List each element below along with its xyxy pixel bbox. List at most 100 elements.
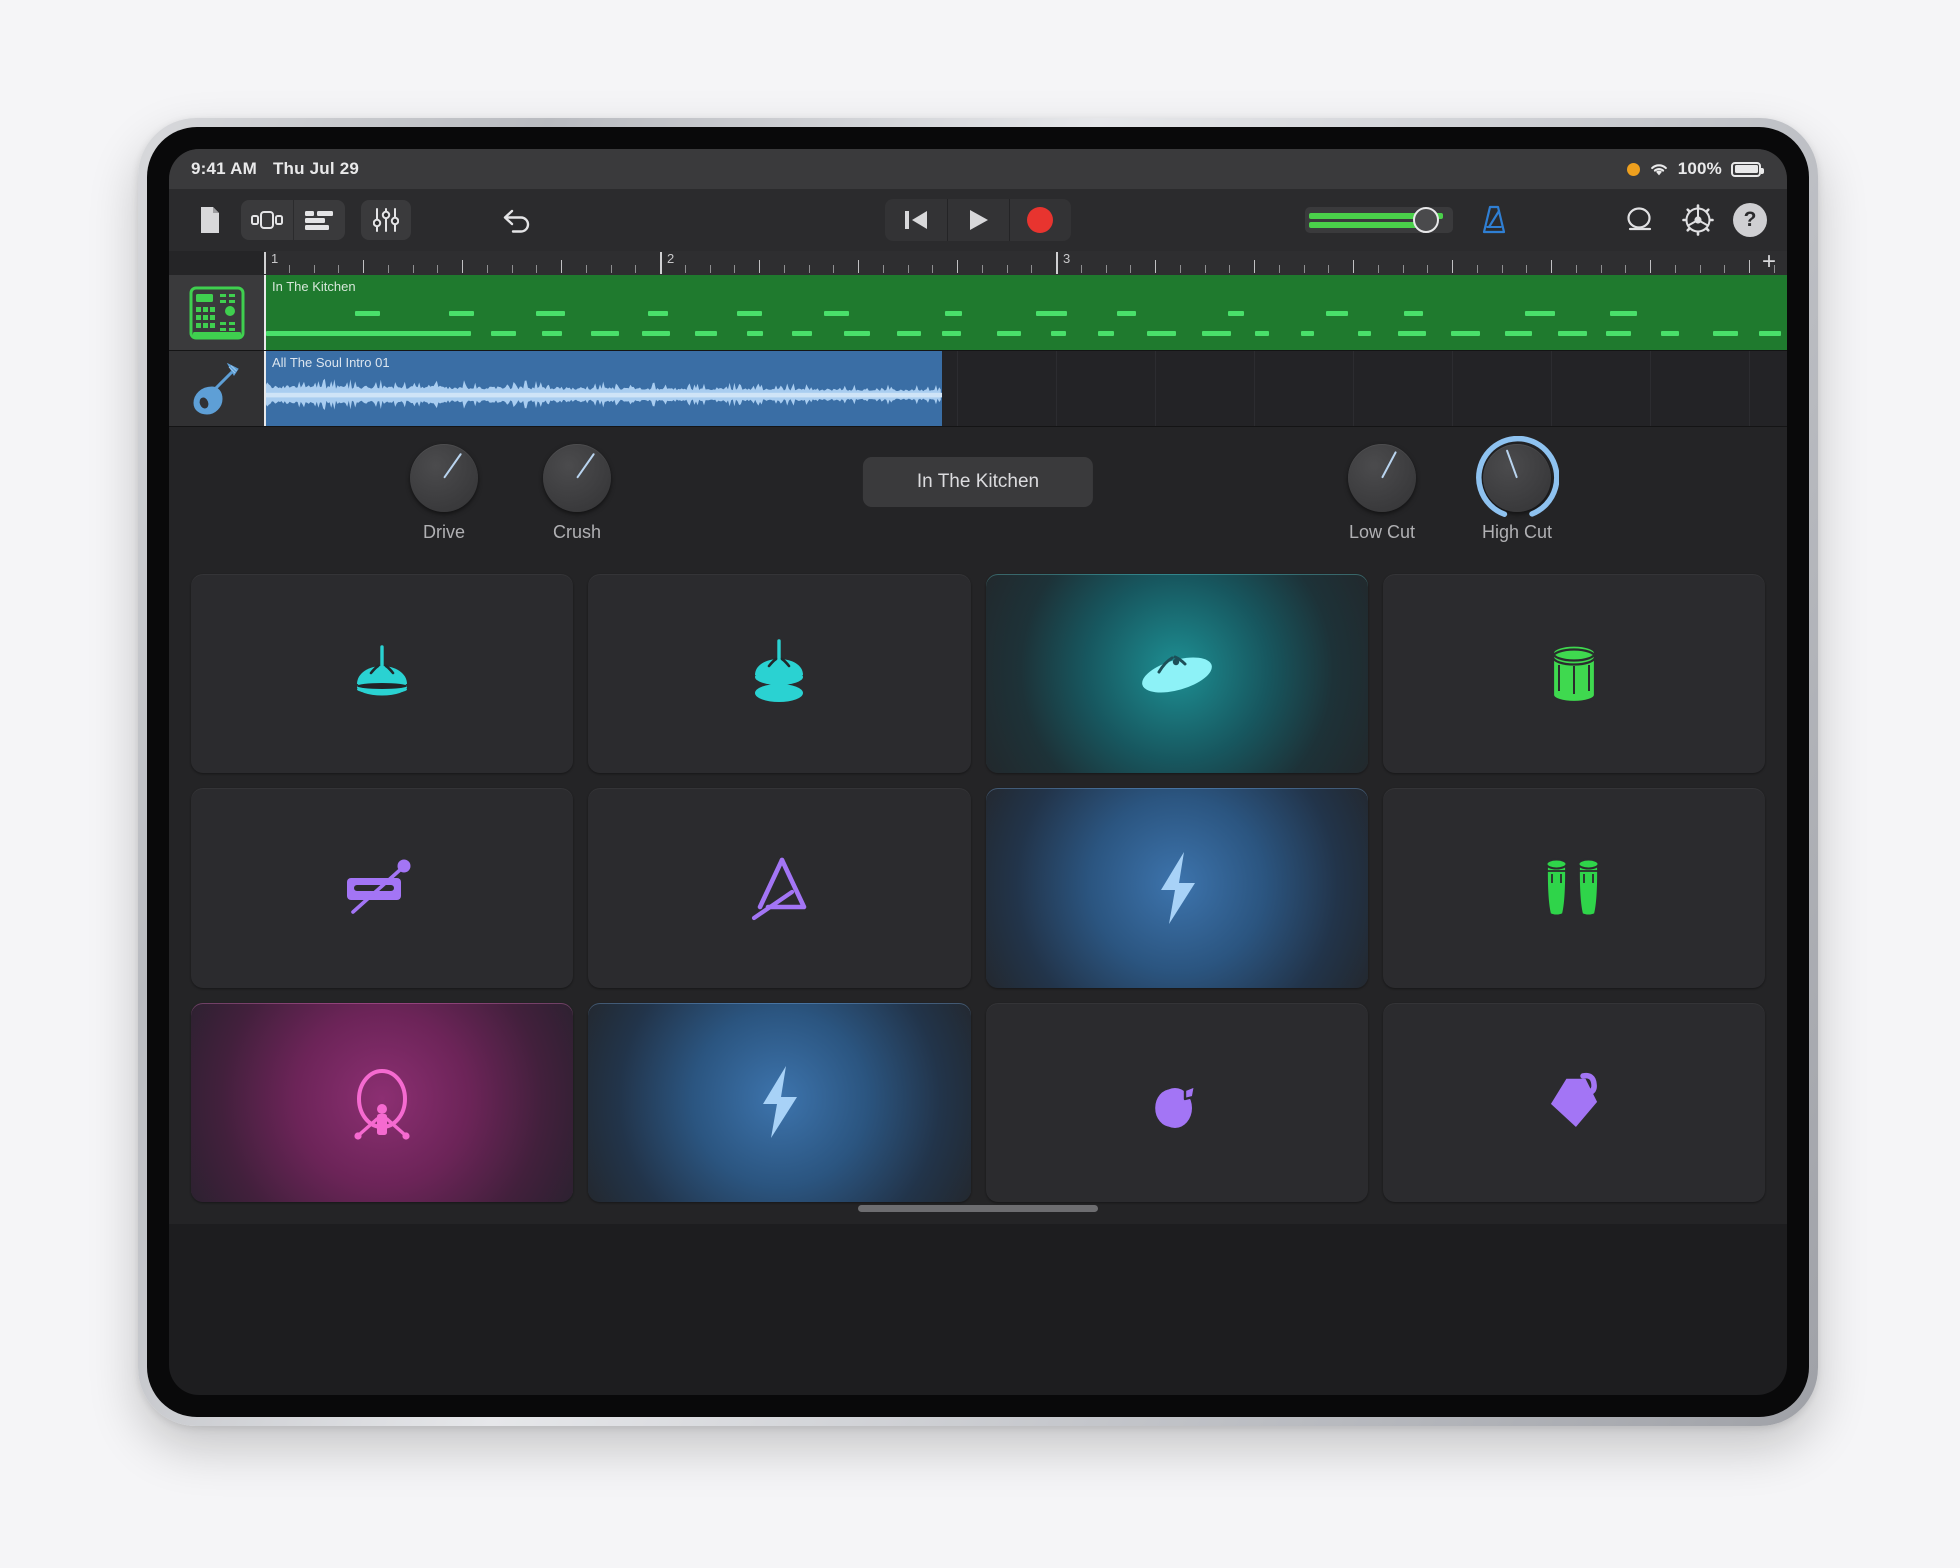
rewind-button[interactable]	[885, 199, 947, 241]
record-icon	[1027, 207, 1053, 233]
region-label: All The Soul Intro 01	[272, 355, 390, 370]
instrument-browser-button[interactable]	[241, 200, 293, 240]
pad-fx-zap-1[interactable]	[985, 788, 1368, 988]
master-volume-group	[1305, 200, 1517, 240]
play-icon	[970, 210, 988, 230]
cowbell-icon	[1549, 1073, 1599, 1130]
low-cut-knob-pointer	[1381, 451, 1397, 479]
timeline-ruler-row: 1 2 3 +	[169, 251, 1787, 275]
congas-icon	[1545, 858, 1600, 917]
loop-icon	[1627, 207, 1652, 231]
patch-name-button[interactable]: In The Kitchen	[862, 457, 1094, 507]
status-bar: 9:41 AM Thu Jul 29 100%	[169, 149, 1787, 189]
playhead[interactable]	[264, 351, 266, 426]
lightning-bolt-icon	[1160, 851, 1195, 924]
snare-drum-icon	[1551, 644, 1596, 703]
low-cut-knob[interactable]: Low Cut	[1322, 444, 1442, 543]
drum-machine-icon	[189, 286, 244, 339]
drive-knob-dial[interactable]	[410, 444, 478, 512]
high-cut-knob-label: High Cut	[1481, 522, 1553, 542]
volume-slider-thumb[interactable]	[1413, 207, 1439, 233]
fader-sliders-icon	[373, 208, 399, 232]
home-indicator[interactable]	[858, 1205, 1098, 1212]
pad-open-hihat[interactable]	[588, 574, 971, 774]
pad-congas[interactable]	[1382, 788, 1765, 988]
pad-closed-hihat[interactable]	[191, 574, 574, 774]
drive-knob[interactable]: Drive	[384, 444, 504, 543]
crush-knob[interactable]: Crush	[517, 444, 637, 543]
rewind-icon	[905, 211, 927, 229]
view-mode-segmented-control[interactable]	[241, 200, 345, 240]
my-songs-button[interactable]	[187, 200, 233, 240]
loop-browser-button[interactable]	[1617, 200, 1663, 240]
track-row: All The Soul Intro 01	[169, 351, 1787, 427]
status-bar-right: 100%	[1626, 159, 1764, 179]
region-all-the-soul-intro-01[interactable]: All The Soul Intro 01	[264, 351, 942, 426]
tracks-view-icon	[305, 211, 333, 230]
tracks-view-button[interactable]	[293, 200, 345, 240]
shaker-icon	[1152, 1085, 1196, 1130]
play-button[interactable]	[947, 199, 1009, 241]
undo-button[interactable]	[495, 200, 541, 240]
bar-marker-2: 2	[660, 252, 674, 274]
high-cut-knob[interactable]: High Cut	[1457, 436, 1577, 543]
mic-in-use-icon	[1626, 162, 1640, 176]
mixer-button[interactable]	[361, 200, 411, 240]
battery-icon	[1731, 161, 1764, 177]
battery-percent-label: 100%	[1677, 159, 1722, 178]
metronome-icon	[1482, 205, 1506, 234]
low-cut-knob-label: Low Cut	[1348, 522, 1416, 542]
region-in-the-kitchen[interactable]: In The Kitchen	[264, 275, 1787, 350]
track-body-drum-machine[interactable]: In The Kitchen	[264, 275, 1787, 351]
high-cut-knob-ring	[1476, 436, 1559, 517]
track-header-drum-machine[interactable]	[169, 275, 264, 351]
pad-gong[interactable]	[191, 1002, 574, 1202]
metronome-button[interactable]	[1471, 200, 1517, 240]
knob-row: Drive Crush Low Cut High Cut In The Kitc…	[169, 436, 1787, 564]
pad-woodblock[interactable]	[191, 788, 574, 988]
pad-shaker[interactable]	[985, 1002, 1368, 1202]
track-header-audio-strings[interactable]	[169, 351, 264, 427]
crush-knob-label: Crush	[552, 522, 601, 542]
wifi-icon	[1650, 163, 1667, 175]
help-button[interactable]: ?	[1733, 203, 1767, 237]
settings-button[interactable]	[1675, 200, 1721, 240]
app-toolbar: ?	[169, 189, 1787, 251]
record-button[interactable]	[1009, 199, 1071, 241]
toolbar-left-group	[187, 200, 541, 240]
status-bar-left: 9:41 AM Thu Jul 29	[191, 159, 359, 179]
crush-knob-dial[interactable]	[543, 444, 611, 512]
pad-cowbell[interactable]	[1382, 1002, 1765, 1202]
track-row: In The Kitchen	[169, 275, 1787, 351]
pad-snare-drum[interactable]	[1382, 574, 1765, 774]
crush-knob-pointer	[576, 452, 596, 479]
track-area: 1 2 3 + In The Kitchen All The Soul Intr…	[169, 251, 1787, 427]
add-track-button[interactable]: +	[1759, 251, 1779, 274]
closed-hihat-icon	[357, 644, 408, 696]
instrument-panel: Drive Crush Low Cut High Cut In The Kitc…	[169, 427, 1787, 1224]
low-cut-knob-dial[interactable]	[1348, 444, 1416, 512]
status-date: Thu Jul 29	[272, 159, 360, 178]
ipad-screen: 9:41 AM Thu Jul 29 100% ? 1 2 3 + In The…	[169, 149, 1787, 1395]
track-body-audio-strings[interactable]: All The Soul Intro 01	[264, 351, 1787, 427]
high-cut-knob-dial[interactable]	[1476, 436, 1559, 517]
timeline-ruler[interactable]: 1 2 3 +	[264, 251, 1787, 275]
lightning-bolt-icon	[763, 1066, 798, 1139]
playhead[interactable]	[264, 275, 266, 350]
ruler-spacer	[169, 251, 264, 275]
region-label: In The Kitchen	[272, 279, 356, 294]
drum-pad-grid	[169, 564, 1787, 1224]
crash-cymbal-icon	[1141, 655, 1212, 693]
undo-arrow-icon	[503, 209, 530, 233]
drive-knob-pointer	[443, 452, 463, 479]
master-volume-slider[interactable]	[1305, 207, 1453, 233]
patch-name-label: In The Kitchen	[916, 471, 1040, 492]
pad-crash-cymbal[interactable]	[985, 574, 1368, 774]
pad-triangle[interactable]	[588, 788, 971, 988]
drive-knob-label: Drive	[422, 522, 465, 542]
bar-marker-3: 3	[1056, 252, 1070, 274]
pad-fx-zap-2[interactable]	[588, 1002, 971, 1202]
triangle-icon	[752, 857, 807, 921]
bar-marker-1: 1	[264, 252, 278, 274]
question-mark-icon: ?	[1743, 208, 1757, 231]
